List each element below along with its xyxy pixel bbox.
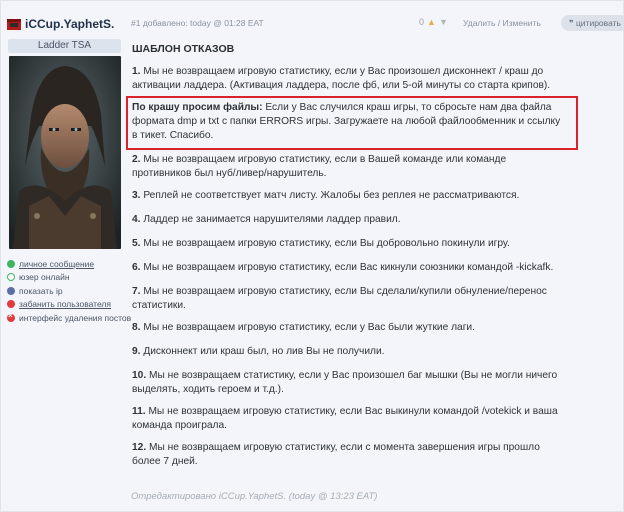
post-meta: #1 добавлено: today @ 01:28 EAT (131, 18, 264, 28)
rule-item: 7. Мы не возвращаем игровую статистику, … (132, 286, 547, 311)
rule-item: 4. Ладдер не занимается нарушителями лад… (132, 214, 401, 225)
rule-item: 6. Мы не возвращаем игровую статистику, … (132, 262, 554, 273)
ban-user-link[interactable]: забанить пользователя (7, 298, 147, 312)
avatar[interactable] (9, 56, 121, 249)
online-icon (7, 273, 15, 282)
clan-flag-icon (7, 18, 21, 30)
delete-icon (7, 311, 15, 322)
ban-icon (7, 300, 15, 309)
forum-post: iCCup.YaphetS. Ladder TSA личное сообщен… (0, 0, 624, 512)
post-header: #1 добавлено: today @ 01:28 EAT 0 ▲ ▼ Уд… (131, 15, 624, 31)
vote-count: 0 (419, 17, 425, 27)
username-row: iCCup.YaphetS. (7, 16, 114, 32)
user-online-status: юзер онлайн (7, 271, 147, 285)
private-message-link[interactable]: личное сообщение (7, 257, 147, 271)
rule-item: 2. Мы не возвращаем игровую статистику, … (132, 154, 507, 179)
crash-files-note: По крашу просим файлы: Если у Вас случил… (132, 102, 561, 141)
rule-item: 5. Мы не возвращаем игровую статистику, … (132, 238, 510, 249)
user-panel: iCCup.YaphetS. Ladder TSA личное сообщен… (5, 1, 131, 512)
quote-icon: ❞ (569, 18, 576, 28)
edit-delete-links[interactable]: Удалить / Изменить (463, 18, 541, 28)
rule-item: 8. Мы не возвращаем игровую статистику, … (132, 322, 475, 333)
rule-item: 10. Мы не возвращаем статистику, если у … (132, 370, 558, 395)
rule-item: 12. Мы не возвращаем игровую статистику,… (132, 442, 540, 467)
rule-item: 1. Мы не возвращаем игровую статистику, … (132, 66, 551, 91)
thumbs-up-icon[interactable]: ▲ (427, 17, 436, 27)
post-title: ШАБЛОН ОТКАЗОВ (132, 43, 235, 55)
user-actions: личное сообщение юзер онлайн показать ip… (7, 257, 147, 325)
rule-item: 11. Мы не возвращаем игровую статистику,… (132, 406, 558, 431)
username-link[interactable]: iCCup.YaphetS. (25, 17, 114, 31)
show-ip-link[interactable]: показать ip (7, 284, 147, 298)
ip-icon (7, 286, 15, 295)
thumbs-down-icon[interactable]: ▼ (439, 17, 448, 27)
rank-badge: Ladder TSA (8, 39, 121, 53)
delete-posts-link[interactable]: интерфейс удаления постов (7, 311, 147, 325)
rule-item: 9. Дисконнект или краш был, но лив Вы не… (132, 346, 385, 357)
vote-controls: 0 ▲ ▼ (419, 17, 448, 27)
message-icon (7, 259, 15, 268)
rule-item: 3. Реплей не соответствует матч листу. Ж… (132, 190, 520, 201)
quote-button[interactable]: ❞ цитировать (561, 15, 624, 31)
edited-note: Отредактировано iCCup.YaphetS. (today @ … (131, 491, 378, 502)
